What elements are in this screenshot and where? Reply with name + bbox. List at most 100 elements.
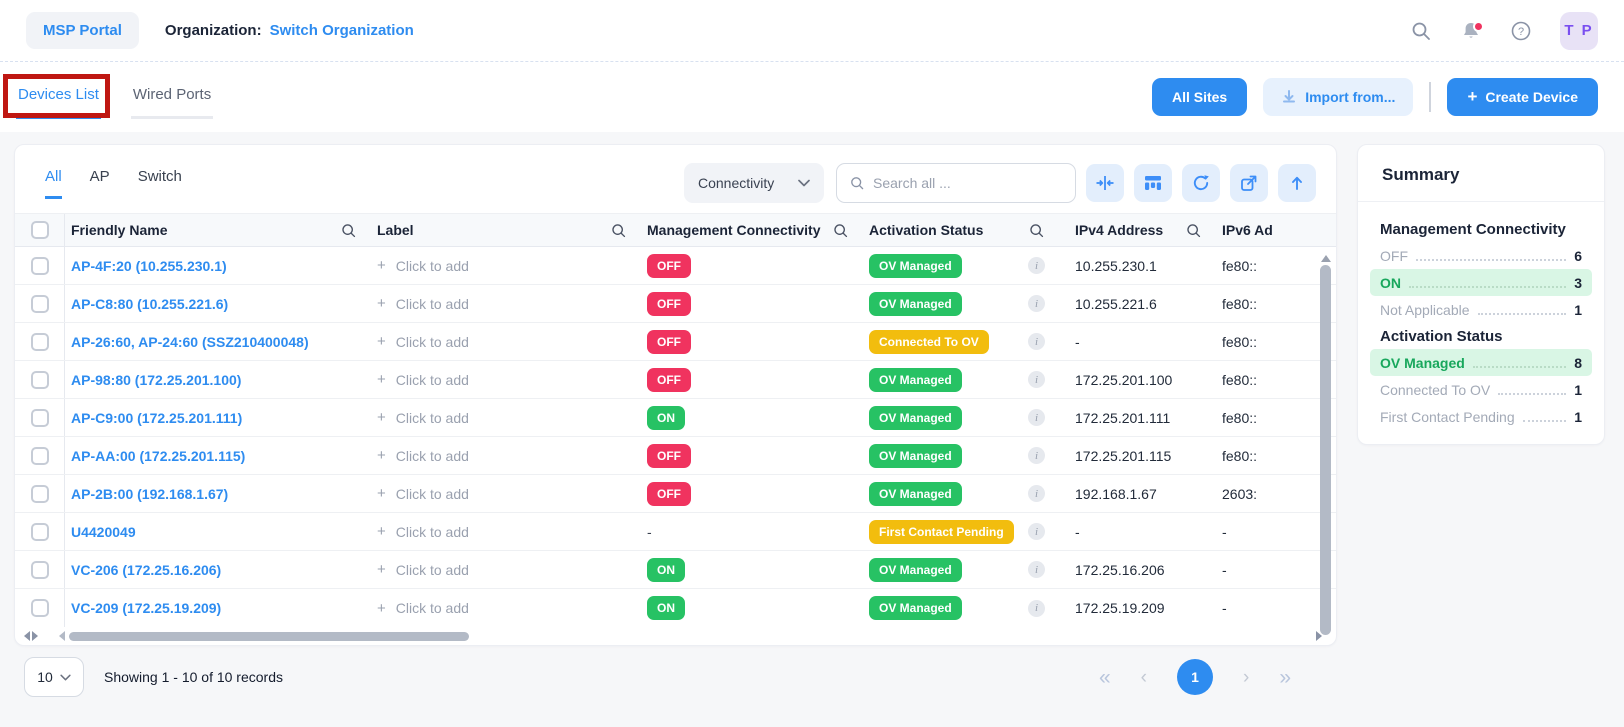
previous-page-button[interactable]: ‹ (1141, 668, 1147, 687)
column-search-icon[interactable] (1028, 222, 1045, 239)
next-page-button[interactable]: › (1243, 668, 1249, 687)
row-checkbox[interactable] (31, 599, 49, 617)
device-name-link[interactable]: AP-26:60, AP-24:60 (SSZ210400048) (65, 334, 371, 350)
chevron-down-icon (798, 179, 810, 187)
device-name-link[interactable]: AP-98:80 (172.25.201.100) (65, 372, 371, 388)
horizontal-scrollbar[interactable] (15, 627, 1336, 645)
device-name-link[interactable]: VC-206 (172.25.16.206) (65, 562, 371, 578)
label-click-to-add[interactable]: +Click to add (371, 295, 641, 312)
scroll-left-arrow-icon[interactable] (59, 631, 65, 641)
tab-wired-ports[interactable]: Wired Ports (131, 76, 213, 119)
filter-tab-ap[interactable]: AP (90, 168, 110, 199)
row-checkbox[interactable] (31, 371, 49, 389)
table-row: AP-C9:00 (172.25.201.111)+Click to addON… (15, 399, 1336, 437)
expand-external-link-button[interactable] (1230, 164, 1268, 202)
button-divider (1429, 82, 1431, 112)
device-name-link[interactable]: AP-4F:20 (10.255.230.1) (65, 258, 371, 274)
label-click-to-add[interactable]: +Click to add (371, 523, 641, 540)
device-name-link[interactable]: AP-2B:00 (192.168.1.67) (65, 486, 371, 502)
scroll-up-arrow-icon[interactable] (1321, 255, 1331, 262)
filter-tab-all[interactable]: All (45, 168, 62, 199)
activation-status-badge: OV Managed (869, 482, 962, 506)
info-icon[interactable]: i (1028, 295, 1045, 312)
ipv6-address: - (1216, 524, 1336, 540)
activation-status-badge: OV Managed (869, 444, 962, 468)
device-name-link[interactable]: U4420049 (65, 524, 371, 540)
label-click-to-add[interactable]: +Click to add (371, 371, 641, 388)
scroll-right-arrow-icon[interactable] (1316, 631, 1322, 641)
all-sites-button[interactable]: All Sites (1152, 78, 1247, 116)
row-checkbox[interactable] (31, 523, 49, 541)
table-row: U4420049+Click to add-First Contact Pend… (15, 513, 1336, 551)
management-connectivity-badge: OFF (647, 444, 691, 468)
notifications-bell-icon[interactable] (1460, 20, 1482, 42)
info-icon[interactable]: i (1028, 257, 1045, 274)
device-name-link[interactable]: AP-AA:00 (172.25.201.115) (65, 448, 371, 464)
summary-panel: Summary Management Connectivity OFF6 ON3… (1357, 144, 1605, 445)
column-settings-button[interactable] (1134, 164, 1172, 202)
column-search-icon[interactable] (340, 222, 357, 239)
column-search-icon[interactable] (1185, 222, 1202, 239)
label-click-to-add[interactable]: +Click to add (371, 409, 641, 426)
info-icon[interactable]: i (1028, 333, 1045, 350)
row-checkbox[interactable] (31, 257, 49, 275)
row-checkbox[interactable] (31, 333, 49, 351)
import-from-button[interactable]: Import from... (1263, 78, 1413, 116)
select-all-checkbox[interactable] (31, 221, 49, 239)
row-checkbox[interactable] (31, 485, 49, 503)
vertical-scrollbar[interactable] (1320, 255, 1331, 727)
page-size-select[interactable]: 10 (24, 657, 84, 697)
row-checkbox[interactable] (31, 447, 49, 465)
current-page-button[interactable]: 1 (1177, 659, 1213, 695)
device-name-link[interactable]: AP-C8:80 (10.255.221.6) (65, 296, 371, 312)
device-name-link[interactable]: AP-C9:00 (172.25.201.111) (65, 410, 371, 426)
column-search-icon[interactable] (610, 222, 627, 239)
tab-devices-list[interactable]: Devices List (16, 76, 101, 119)
info-icon[interactable]: i (1028, 485, 1045, 502)
label-click-to-add[interactable]: +Click to add (371, 485, 641, 502)
upload-export-button[interactable] (1278, 164, 1316, 202)
search-all-input[interactable] (836, 163, 1076, 203)
management-connectivity-badge: - (647, 524, 652, 540)
device-name-link[interactable]: VC-209 (172.25.19.209) (65, 600, 371, 616)
user-avatar[interactable]: T P (1560, 12, 1598, 50)
plus-icon: + (377, 485, 386, 502)
table-row: AP-4F:20 (10.255.230.1)+Click to addOFFO… (15, 247, 1336, 285)
create-device-button[interactable]: + Create Device (1447, 78, 1598, 116)
help-icon[interactable]: ? (1510, 20, 1532, 42)
info-icon[interactable]: i (1028, 409, 1045, 426)
info-icon[interactable]: i (1028, 371, 1045, 388)
column-search-icon[interactable] (832, 222, 849, 239)
ipv6-address: fe80:: (1216, 296, 1336, 312)
collapse-columns-button[interactable] (1086, 164, 1124, 202)
label-click-to-add[interactable]: +Click to add (371, 600, 641, 617)
column-pager-icon[interactable] (24, 631, 38, 641)
info-icon[interactable]: i (1028, 561, 1045, 578)
info-icon[interactable]: i (1028, 600, 1045, 617)
first-page-button[interactable]: « (1099, 667, 1111, 688)
last-page-button[interactable]: » (1279, 667, 1291, 688)
vertical-scrollbar-thumb[interactable] (1320, 265, 1331, 635)
notification-badge-dot (1473, 21, 1484, 32)
info-icon[interactable]: i (1028, 447, 1045, 464)
horizontal-scrollbar-thumb[interactable] (69, 632, 469, 641)
organization-link[interactable]: Switch Organization (270, 22, 414, 39)
connectivity-dropdown[interactable]: Connectivity (684, 163, 824, 203)
ipv6-address: fe80:: (1216, 372, 1336, 388)
search-input[interactable] (873, 175, 1063, 191)
row-checkbox[interactable] (31, 561, 49, 579)
management-connectivity-badge: OFF (647, 292, 691, 316)
label-click-to-add[interactable]: +Click to add (371, 333, 641, 350)
ipv4-address: - (1069, 524, 1216, 540)
row-checkbox[interactable] (31, 295, 49, 313)
refresh-button[interactable] (1182, 164, 1220, 202)
msp-portal-chip[interactable]: MSP Portal (26, 12, 139, 49)
label-click-to-add[interactable]: +Click to add (371, 561, 641, 578)
label-click-to-add[interactable]: +Click to add (371, 447, 641, 464)
row-checkbox[interactable] (31, 409, 49, 427)
filter-tab-switch[interactable]: Switch (138, 168, 182, 199)
ipv6-address: fe80:: (1216, 410, 1336, 426)
label-click-to-add[interactable]: +Click to add (371, 257, 641, 274)
search-icon[interactable] (1410, 20, 1432, 42)
info-icon[interactable]: i (1028, 523, 1045, 540)
